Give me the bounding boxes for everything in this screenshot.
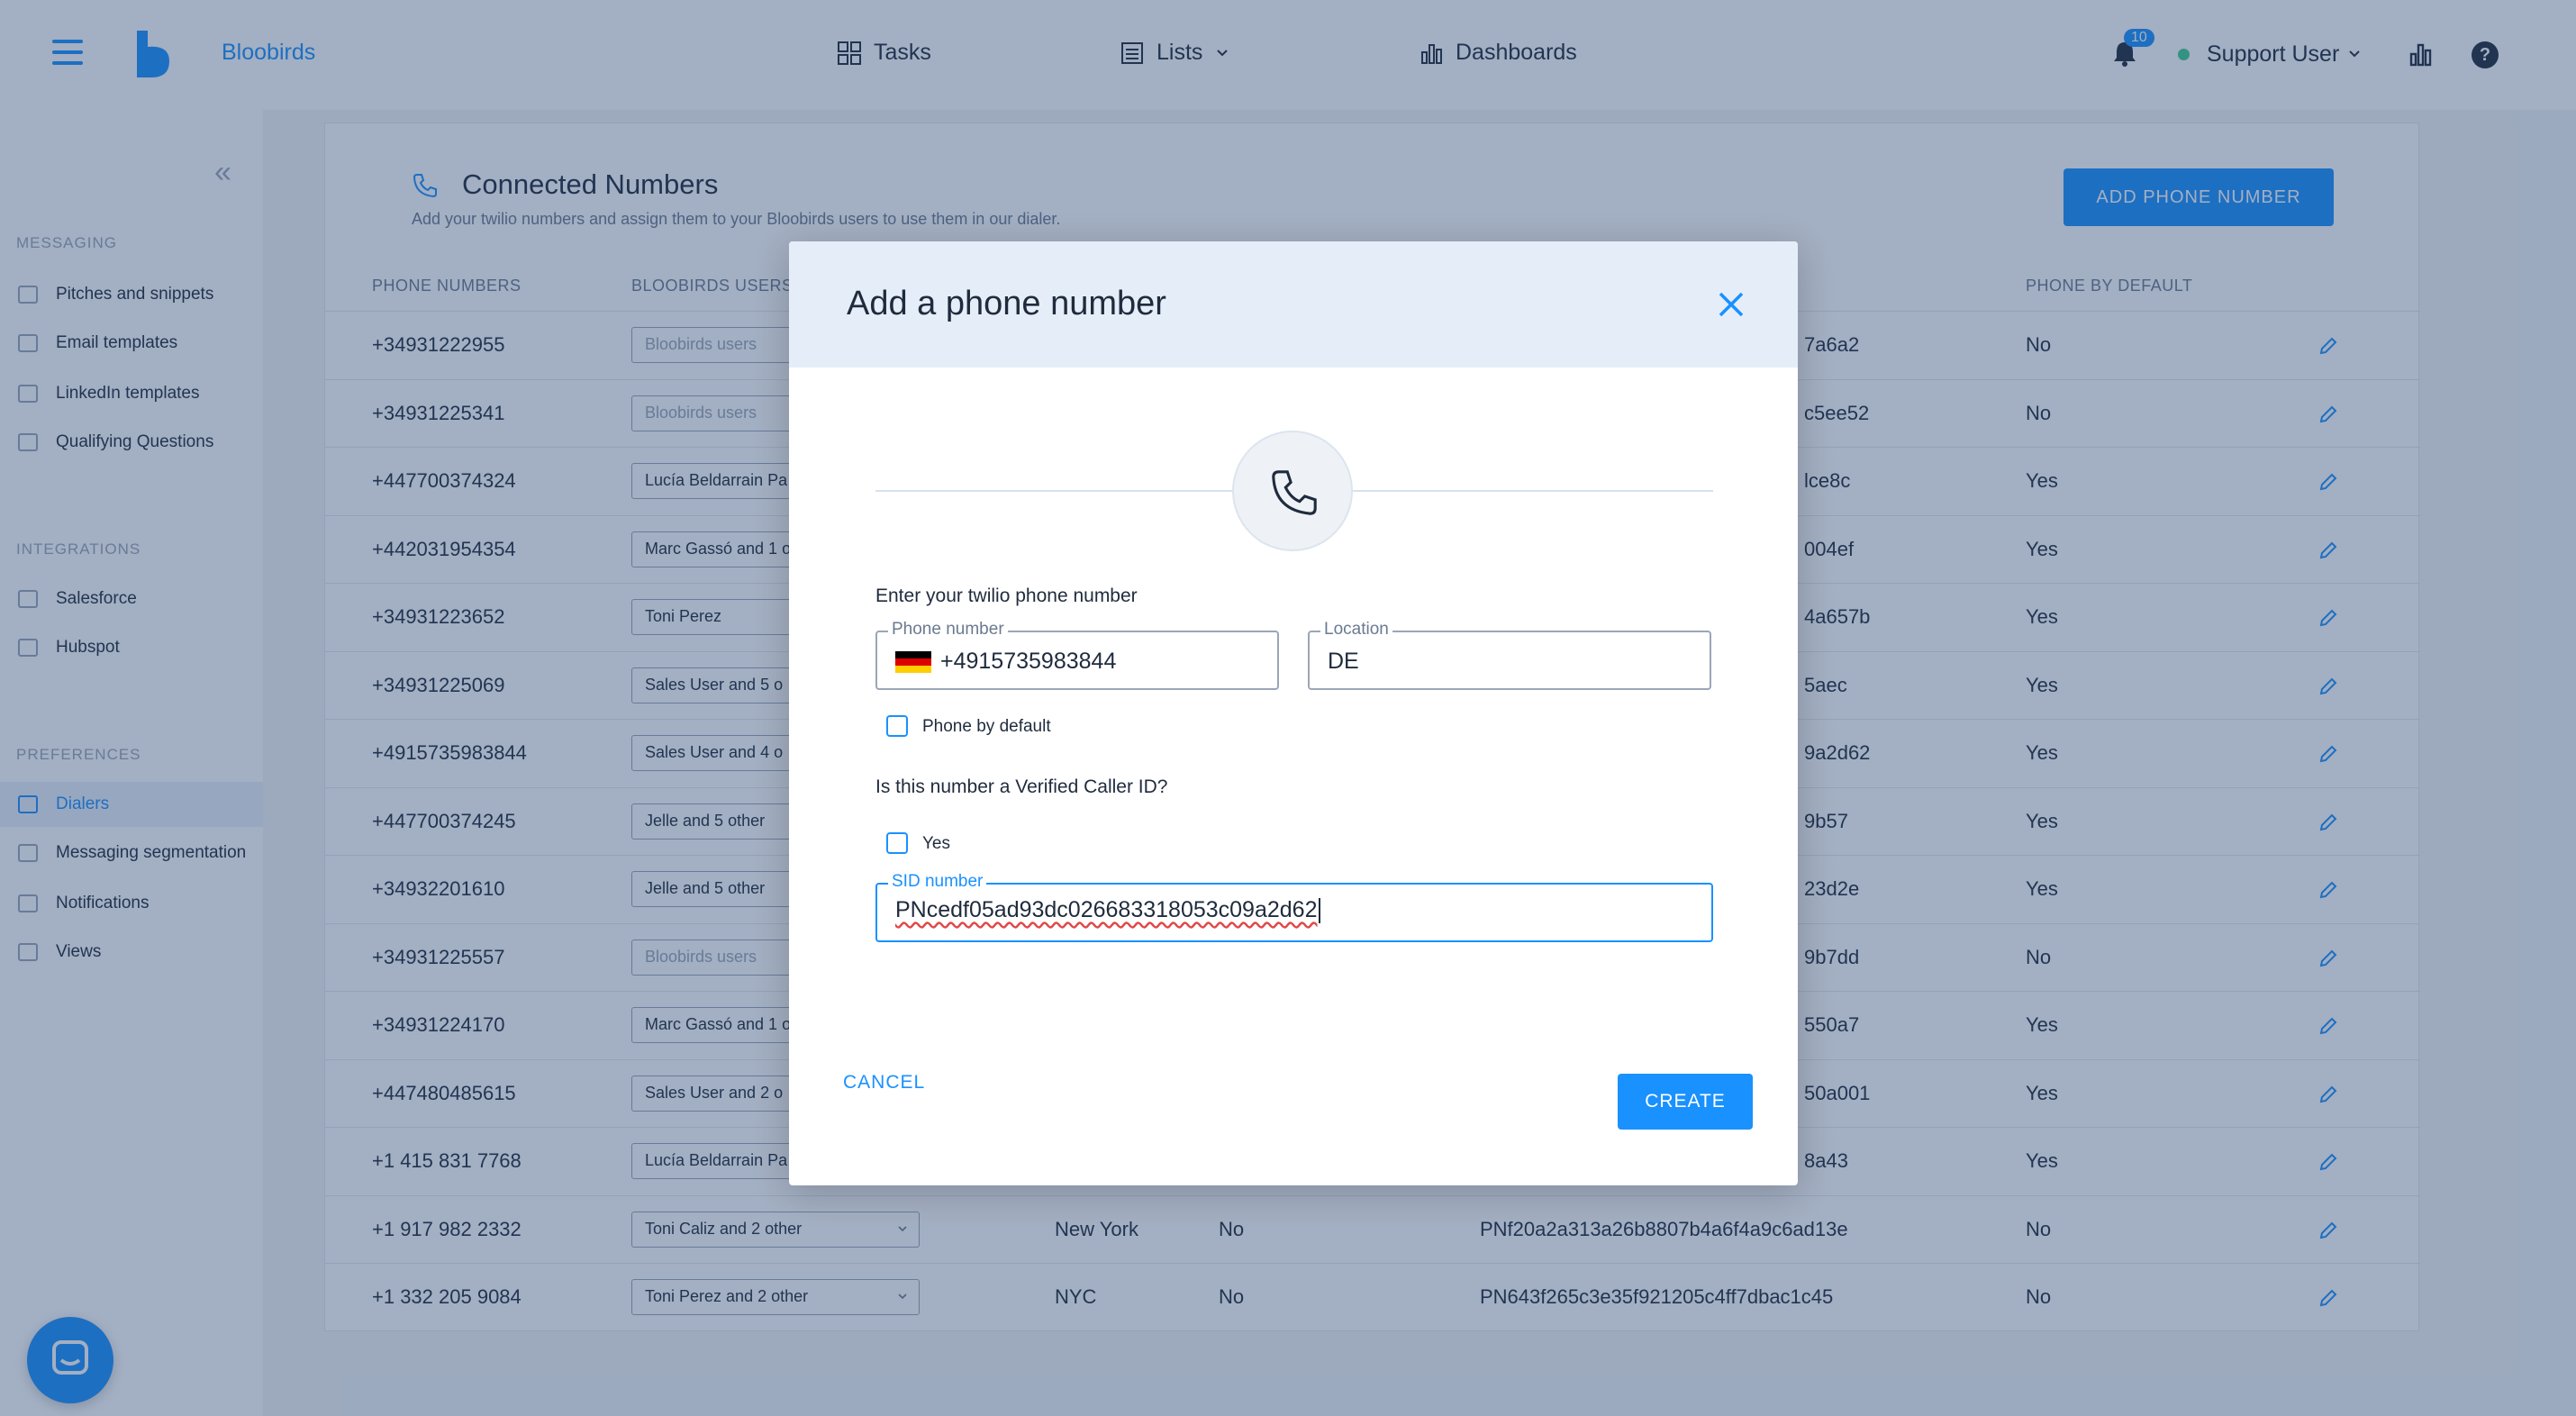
location-legend: Location — [1320, 620, 1392, 640]
phone-number-field[interactable]: Phone number +4915735983844 — [875, 620, 1279, 690]
verified-yes-label: Yes — [922, 834, 950, 853]
phone-by-default-label: Phone by default — [922, 717, 1051, 736]
dialog-header: Add a phone number — [789, 241, 1798, 368]
create-button[interactable]: CREATE — [1618, 1074, 1753, 1130]
twilio-number-label: Enter your twilio phone number — [875, 585, 1138, 606]
location-field[interactable]: Location DE — [1308, 620, 1711, 690]
close-icon[interactable] — [1715, 288, 1747, 321]
sid-number-legend: SID number — [888, 872, 987, 892]
cancel-button[interactable]: CANCEL — [843, 1072, 925, 1094]
sid-number-field[interactable]: SID number PNcedf05ad93dc026683318053c09… — [875, 872, 1713, 942]
phone-icon — [1272, 470, 1317, 515]
germany-flag-icon[interactable] — [895, 651, 931, 673]
phone-number-value: +4915735983844 — [940, 649, 1117, 674]
phone-by-default-checkbox[interactable] — [886, 715, 908, 737]
phone-number-legend: Phone number — [888, 620, 1008, 640]
verified-yes-checkbox[interactable] — [886, 832, 908, 854]
dialog-title: Add a phone number — [847, 285, 1166, 322]
phone-illustration — [1232, 431, 1353, 551]
sid-number-value: PNcedf05ad93dc026683318053c09a2d62 — [895, 897, 1321, 924]
verified-caller-question: Is this number a Verified Caller ID? — [875, 776, 1168, 797]
add-phone-number-dialog: Add a phone number Enter your twilio pho… — [789, 241, 1798, 1185]
location-value: DE — [1328, 649, 1359, 674]
